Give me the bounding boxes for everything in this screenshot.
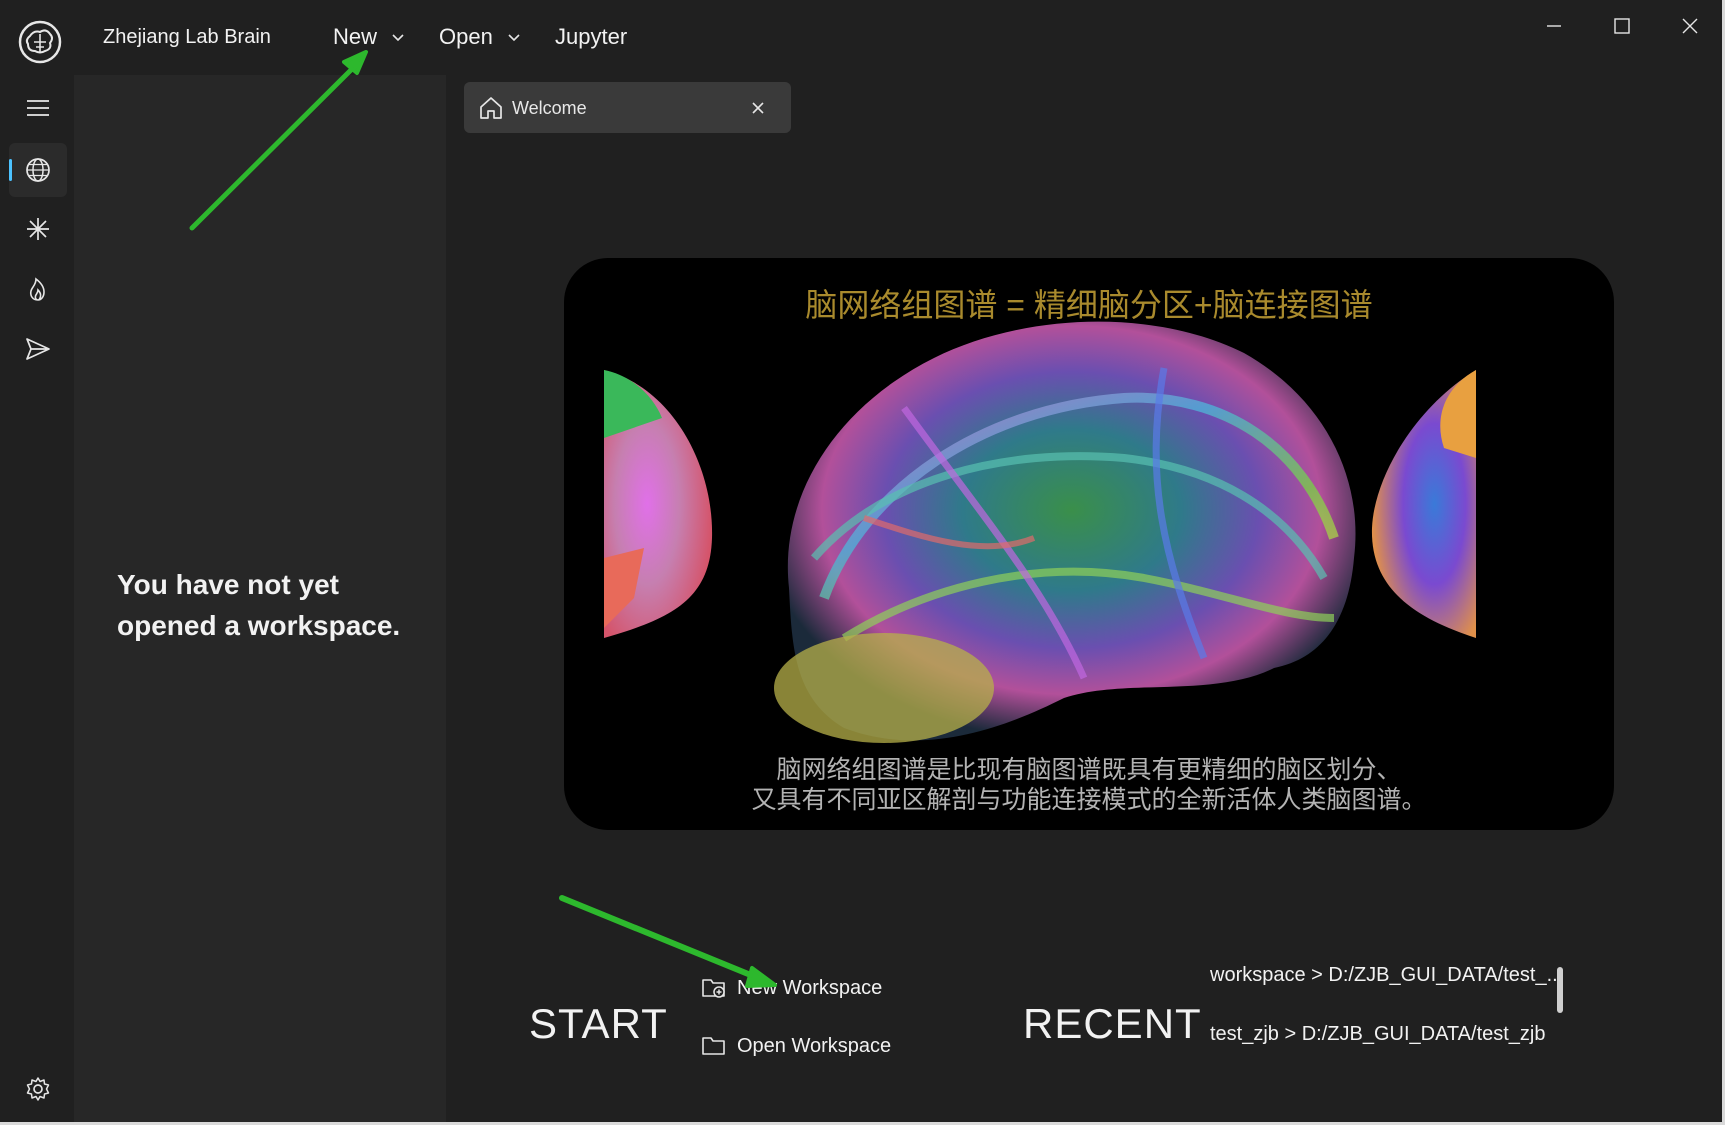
home-icon — [478, 95, 504, 121]
banner-caption-line2: 又具有不同亚区解剖与功能连接模式的全新活体人类脑图谱。 — [751, 786, 1427, 814]
activity-globe-button[interactable] — [9, 143, 67, 197]
annotation-arrow-to-new-workspace — [559, 895, 777, 988]
open-workspace-link[interactable]: Open Workspace — [701, 1034, 891, 1058]
close-icon — [752, 102, 764, 114]
send-icon — [26, 338, 50, 360]
menu-jupyter[interactable]: Jupyter — [555, 24, 627, 50]
close-icon — [1682, 18, 1698, 34]
flame-icon — [29, 277, 45, 301]
recent-item[interactable]: test_zjb > D:/ZJB_GUI_DATA/test_zjb — [1210, 1023, 1546, 1046]
menu-open-label: Open — [439, 24, 493, 49]
recent-heading: RECENT — [1023, 1000, 1202, 1047]
menu-jupyter-label: Jupyter — [555, 24, 628, 49]
no-workspace-line2: opened a workspace. — [117, 610, 401, 641]
settings-button[interactable] — [9, 1062, 67, 1116]
start-heading: START — [529, 1000, 668, 1047]
gear-icon — [26, 1077, 50, 1101]
activity-send-button[interactable] — [9, 322, 67, 376]
banner-title: 脑网络组图谱 = 精细脑分区+脑连接图谱 — [805, 287, 1373, 323]
no-workspace-message: You have not yet opened a workspace. — [117, 564, 437, 646]
hamburger-menu-icon — [27, 100, 49, 116]
menu-new-label: New — [333, 24, 378, 49]
app-logo — [16, 18, 64, 66]
recent-item[interactable]: workspace > D:/ZJB_GUI_DATA/test_... — [1210, 964, 1563, 987]
activity-asterisk-button[interactable] — [9, 202, 67, 256]
brain-logo-icon — [18, 20, 62, 64]
minimize-button[interactable] — [1534, 12, 1574, 40]
recent-scrollbar[interactable] — [1557, 967, 1563, 1013]
globe-icon — [26, 158, 50, 182]
welcome-banner: 脑网络组图谱 = 精细脑分区+脑连接图谱 脑网络组图谱是比现有脑图谱既具有更精细… — [564, 258, 1614, 830]
maximize-icon — [1614, 18, 1630, 34]
activity-flame-button[interactable] — [9, 262, 67, 316]
tab-welcome-label: Welcome — [512, 98, 587, 118]
chevron-down-icon — [392, 34, 404, 42]
asterisk-icon — [27, 218, 49, 240]
chevron-down-icon — [508, 34, 520, 42]
minimize-icon — [1547, 25, 1561, 27]
new-workspace-label: New Workspace — [737, 976, 883, 999]
new-folder-icon — [702, 979, 725, 998]
open-workspace-label: Open Workspace — [737, 1034, 892, 1057]
no-workspace-line1: You have not yet — [117, 569, 339, 600]
close-window-button[interactable] — [1670, 12, 1710, 40]
menu-open[interactable]: Open — [439, 24, 521, 50]
activity-menu-button[interactable] — [9, 81, 67, 135]
app-title: Zhejiang Lab Brain — [103, 26, 271, 48]
new-workspace-link[interactable]: New Workspace — [701, 976, 882, 1000]
tab-close-button[interactable] — [746, 96, 770, 120]
folder-icon — [702, 1037, 725, 1055]
menu-new[interactable]: New — [333, 24, 405, 50]
brain-connectome-image — [604, 321, 1476, 743]
maximize-button[interactable] — [1602, 12, 1642, 40]
